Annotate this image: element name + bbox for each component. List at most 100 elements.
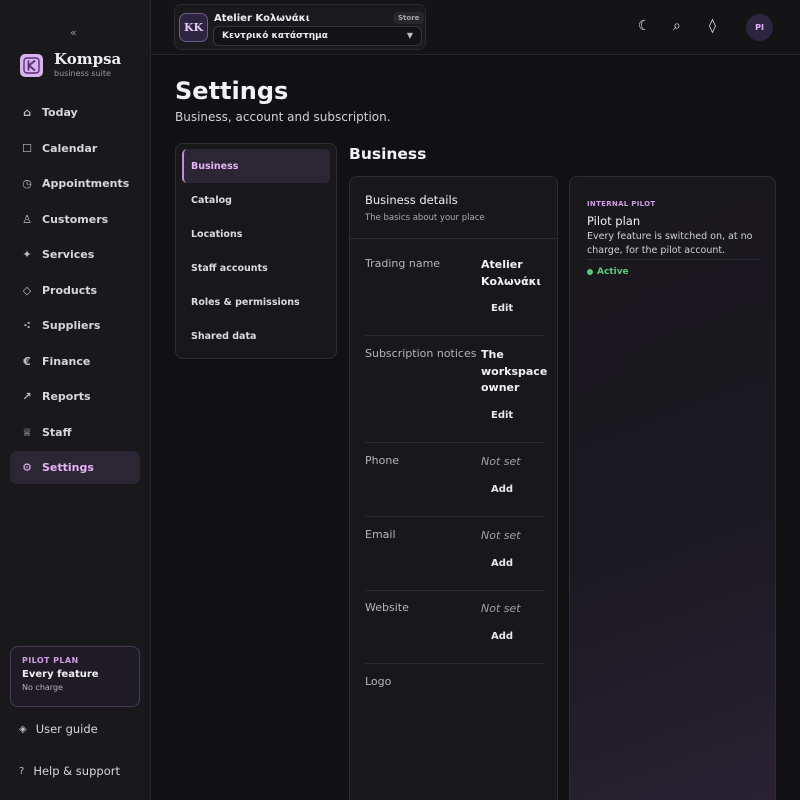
nav-label: Customers (42, 212, 109, 226)
nav-item-customers[interactable]: ♙ Customers (10, 203, 140, 236)
store-avatar[interactable]: KK (179, 13, 208, 42)
subnav-catalog[interactable]: Catalog (182, 183, 330, 217)
sparkle-icon: ✦ (22, 248, 32, 261)
tag-icon: ◇ (22, 283, 32, 297)
kompsa-logo-icon (20, 53, 43, 77)
field-label: Email (365, 528, 396, 541)
row-trading-name: Trading name Atelier Κολωνάκι Edit (365, 257, 544, 336)
row-website: Website Not set Add (365, 601, 544, 664)
row-subscription-notices: Subscription notices The workspace owner… (365, 347, 548, 443)
user-guide-link[interactable]: ◈ User guide (19, 722, 98, 736)
settings-subnav: Business Catalog Locations Staff account… (175, 143, 337, 359)
field-value: Atelier Κολωνάκι (481, 258, 541, 288)
plan-kicker: PILOT PLAN (22, 656, 79, 665)
nav-item-staff[interactable]: ♕ Staff (10, 416, 140, 449)
card-subtitle: The basics about your place (365, 213, 485, 223)
nav-label: Calendar (42, 141, 98, 155)
moon-icon[interactable]: ☾ (638, 18, 651, 34)
subnav-roles-permissions[interactable]: Roles & permissions (182, 285, 330, 319)
nav-item-settings[interactable]: ⚙ Settings (10, 451, 140, 484)
plan-title: Every feature (22, 669, 99, 680)
pilot-plan-card[interactable]: PILOT PLAN Every feature No charge (10, 646, 140, 707)
gear-icon: ⚙ (22, 461, 32, 474)
nav-label: Reports (42, 390, 91, 403)
location-select[interactable]: Κεντρικό κατάστημα ▼ (213, 26, 422, 46)
trend-arrow-icon: ↗ (22, 390, 32, 403)
page-title: Settings (175, 77, 289, 105)
nav-item-reports[interactable]: ↗ Reports (10, 380, 140, 413)
field-label: Trading name (365, 257, 441, 270)
pilot-plan-panel: INTERNAL PILOT Pilot plan Every feature … (569, 176, 776, 800)
nav-item-calendar[interactable]: ☐ Calendar (10, 132, 140, 165)
nav-item-today[interactable]: ⌂ Today (10, 96, 140, 129)
person-icon: ♙ (22, 212, 32, 226)
plan-subtitle: No charge (22, 683, 63, 692)
status-badge: Active (587, 267, 758, 277)
status-label: Active (597, 267, 629, 277)
brand-name: Kompsa (54, 50, 122, 68)
add-email-button[interactable]: Add (481, 558, 551, 569)
row-logo: Logo (365, 675, 544, 735)
guide-icon: ◈ (19, 723, 27, 735)
subnav-locations[interactable]: Locations (182, 217, 330, 251)
staff-icon: ♕ (22, 425, 32, 439)
calendar-icon: ☐ (22, 141, 32, 155)
main-nav: ⌂ Today ☐ Calendar ◷ Appointments ♙ Customer… (10, 96, 140, 487)
help-label: Help & support (33, 764, 120, 778)
field-label: Logo (365, 675, 392, 688)
edit-subscription-notices-button[interactable]: Edit (481, 410, 551, 421)
clock-icon: ◷ (22, 177, 32, 190)
row-phone: Phone Not set Add (365, 454, 544, 517)
topbar: KK Atelier Κολωνάκι Store Κεντρικό κατάσ… (151, 0, 800, 55)
nav-label: Appointments (42, 177, 130, 190)
status-dot-icon (587, 269, 593, 275)
search-icon[interactable]: ⌕ (673, 18, 681, 34)
sidebar: « Kompsa business suite ⌂ Today ☐ Calendar… (0, 0, 151, 800)
field-label: Phone (365, 454, 400, 467)
location-select-value: Κεντρικό κατάστημα (222, 31, 328, 41)
edit-trading-name-button[interactable]: Edit (481, 303, 551, 314)
store-switcher: KK Atelier Κολωνάκι Store Κεντρικό κατάσ… (174, 4, 426, 50)
diamond-icon[interactable]: ◊ (709, 18, 716, 34)
section-title: Business (349, 145, 427, 163)
field-value: Not set (481, 602, 521, 615)
add-website-button[interactable]: Add (481, 631, 551, 642)
nav-label: Finance (42, 354, 91, 368)
brand-subtitle: business suite (54, 69, 111, 78)
subnav-staff-accounts[interactable]: Staff accounts (182, 251, 330, 285)
user-guide-label: User guide (35, 722, 98, 736)
card-header: Business details The basics about your p… (350, 177, 557, 239)
card-title: Business details (365, 193, 458, 207)
nav-label: Suppliers (42, 319, 101, 332)
brand[interactable]: Kompsa business suite (20, 52, 121, 78)
euro-icon: € (23, 354, 31, 368)
collapse-sidebar-icon[interactable]: « (70, 26, 77, 39)
user-avatar[interactable]: PI (746, 14, 773, 41)
nav-item-services[interactable]: ✦ Services (10, 238, 140, 271)
add-phone-button[interactable]: Add (481, 484, 551, 495)
field-value: Not set (481, 529, 521, 542)
pilot-description: Every feature is switched on, at no char… (587, 230, 761, 260)
field-value: The workspace owner (481, 348, 548, 394)
chevron-down-icon: ▼ (406, 31, 413, 40)
nav-label: Services (42, 248, 95, 261)
nav-label: Staff (42, 425, 72, 439)
nav-item-appointments[interactable]: ◷ Appointments (10, 167, 140, 200)
nav-item-products[interactable]: ◇ Products (10, 274, 140, 307)
page-subtitle: Business, account and subscription. (175, 110, 391, 124)
store-name: Atelier Κολωνάκι (214, 13, 310, 24)
field-label: Website (365, 601, 409, 614)
nav-item-suppliers[interactable]: ⁖ Suppliers (10, 309, 140, 342)
help-support-link[interactable]: ? Help & support (19, 764, 120, 778)
store-badge: Store (393, 12, 425, 24)
business-details-card: Business details The basics about your p… (349, 176, 558, 800)
nav-label: Products (42, 283, 98, 297)
nav-item-finance[interactable]: € Finance (10, 345, 140, 378)
home-icon: ⌂ (23, 106, 31, 119)
nav-label: Today (42, 106, 78, 119)
nav-label: Settings (42, 461, 94, 474)
subnav-shared-data[interactable]: Shared data (182, 319, 330, 353)
pilot-title: Pilot plan (587, 214, 641, 228)
network-icon: ⁖ (23, 319, 31, 332)
subnav-business[interactable]: Business (182, 149, 330, 183)
